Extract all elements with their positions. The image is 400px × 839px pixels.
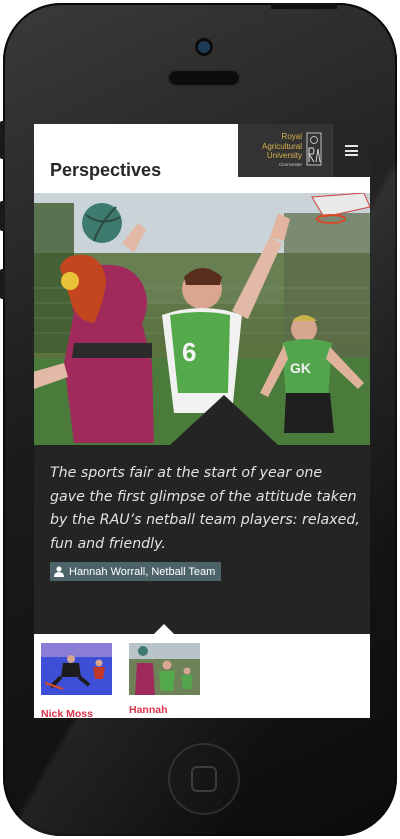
author-name: Hannah Worrall, Netball Team xyxy=(69,565,216,578)
profiles-strip: Nick Moss Hannah xyxy=(34,634,370,718)
volume-down-button xyxy=(0,269,5,299)
caption-pointer xyxy=(170,395,278,445)
logo-wordmark: Royal Agricultural University xyxy=(246,132,302,161)
crest-icon xyxy=(306,132,322,166)
logo-line-2: Agricultural xyxy=(261,141,302,151)
earpiece-speaker xyxy=(169,71,239,85)
front-camera xyxy=(198,41,210,53)
page-header: Perspectives Royal Agricultural Universi… xyxy=(34,124,370,193)
power-button xyxy=(271,3,337,9)
page-title: Perspectives xyxy=(50,160,162,180)
home-square-icon xyxy=(191,766,217,792)
university-logo[interactable]: Royal Agricultural University Cirenceste… xyxy=(238,124,332,177)
thumbnail-name-nick-moss[interactable]: Nick Moss xyxy=(41,708,93,718)
phone-screen: Perspectives Royal Agricultural Universi… xyxy=(34,124,370,718)
volume-up-button xyxy=(0,201,5,231)
thumbnail-hannah[interactable] xyxy=(129,643,200,695)
mute-switch xyxy=(0,121,5,159)
svg-text:GK: GK xyxy=(290,360,311,376)
field-hockey-thumbnail xyxy=(41,643,112,695)
selected-thumbnail-pointer xyxy=(154,624,174,634)
thumbnail-nick-moss[interactable] xyxy=(41,643,112,695)
menu-button[interactable] xyxy=(332,124,370,177)
hamburger-menu-icon xyxy=(345,145,358,156)
logo-subtitle: Cirencester xyxy=(278,162,302,167)
author-badge[interactable]: Hannah Worrall, Netball Team xyxy=(50,562,222,581)
logo-line-1: Royal xyxy=(281,132,302,141)
netball-thumbnail xyxy=(129,643,200,695)
logo-line-3: University xyxy=(266,151,302,160)
testimonial-quote: The sports fair at the start of year one… xyxy=(50,465,360,552)
home-button[interactable] xyxy=(170,745,238,813)
thumbnail-name-hannah[interactable]: Hannah xyxy=(129,704,168,716)
user-icon xyxy=(54,566,64,577)
svg-text:6: 6 xyxy=(182,337,196,367)
